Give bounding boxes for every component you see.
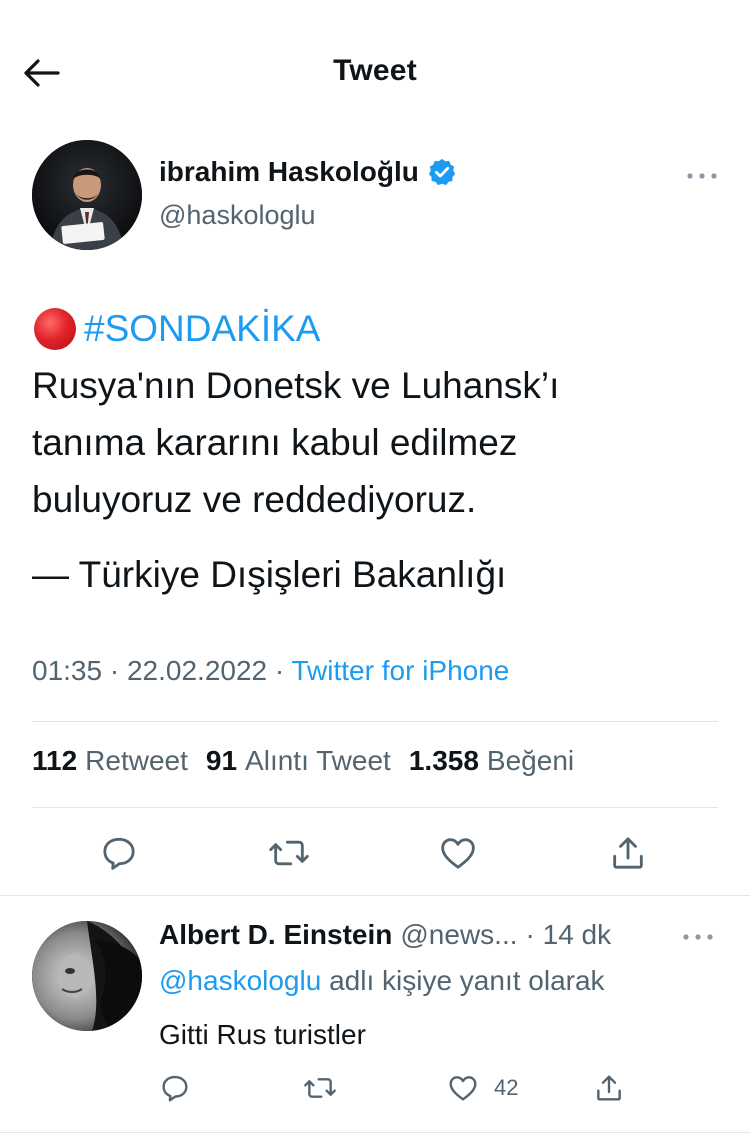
reply-button[interactable] — [89, 818, 149, 888]
tweet-date: 22.02.2022 — [126, 655, 268, 686]
replying-to: @haskologlu adlı kişiye yanıt olarak — [159, 965, 605, 997]
reply-avatar[interactable] — [32, 921, 142, 1031]
like-stat[interactable]: 1.358 Beğeni — [409, 745, 574, 777]
tweet-author: ibrahim Haskoloğlu @haskologlu — [32, 140, 722, 255]
divider — [0, 1132, 750, 1133]
page-title: Tweet — [333, 54, 417, 87]
heart-icon — [441, 838, 475, 869]
hashtag-link[interactable]: #SONDAKİKA — [84, 300, 320, 357]
more-horizontal-icon — [687, 173, 717, 179]
quote-label: Alıntı Tweet — [245, 745, 391, 776]
reply-time: · 14 dk — [525, 919, 612, 950]
reply-action-bar: 42 — [0, 1065, 750, 1115]
like-label: Beğeni — [486, 745, 575, 776]
like-count: 1.358 — [408, 745, 479, 776]
tweet-line-2: tanıma kararını kabul edilmez — [32, 422, 518, 463]
reply-mention-link[interactable]: @haskologlu — [159, 965, 321, 996]
divider — [32, 807, 718, 808]
comment-icon — [103, 837, 135, 870]
retweet-count: 112 — [32, 745, 78, 776]
meta-separator: · — [109, 655, 120, 686]
quote-stat[interactable]: 91 Alıntı Tweet — [206, 745, 391, 777]
reply-author-name[interactable]: Albert D. Einstein — [159, 919, 392, 951]
share-button[interactable] — [598, 818, 658, 888]
divider — [32, 721, 718, 722]
red-circle-emoji-icon — [34, 307, 76, 350]
reply-tweet[interactable]: Albert D. Einstein @news... · 14 dk @has… — [0, 897, 750, 1140]
tweet-meta: 01:35 · 22.02.2022 · Twitter for iPhone — [32, 655, 509, 687]
verified-badge-icon — [427, 157, 457, 187]
author-name-row: ibrahim Haskoloğlu — [159, 156, 457, 188]
divider — [0, 895, 750, 896]
retweet-label: Retweet — [85, 745, 188, 776]
meta-separator: · — [274, 655, 285, 686]
avatar-image — [32, 140, 142, 250]
reply-like-count: 42 — [494, 1075, 519, 1100]
reply-retweet-button[interactable] — [302, 1065, 338, 1111]
tweet-text: #SONDAKİKA Rusya'nın Donetsk ve Luhansk’… — [32, 300, 722, 603]
reply-author-handle[interactable]: @news... — [400, 919, 517, 951]
avatar[interactable] — [32, 140, 142, 250]
quote-count: 91 — [205, 745, 238, 776]
tweet-stats: 112 Retweet 91 Alıntı Tweet 1.358 Beğeni — [32, 745, 592, 777]
author-handle[interactable]: @haskologlu — [159, 200, 316, 231]
reply-like-button[interactable]: 42 — [446, 1065, 518, 1111]
tweet-attribution: — Türkiye Dışişleri Bakanlığı — [32, 554, 507, 595]
avatar-image — [32, 921, 142, 1031]
reply-header: Albert D. Einstein @news... · 14 dk — [159, 919, 611, 951]
share-icon — [597, 1075, 621, 1101]
retweet-icon — [304, 1078, 336, 1098]
reply-more-options-button[interactable] — [678, 927, 718, 947]
retweet-stat[interactable]: 112 Retweet — [32, 745, 188, 777]
tweet-time: 01:35 — [32, 655, 103, 686]
tweet-source-link[interactable]: Twitter for iPhone — [292, 655, 510, 686]
reply-share-button[interactable] — [593, 1065, 625, 1111]
tweet-line-3: buluyoruz ve reddediyoruz. — [32, 479, 477, 520]
retweet-icon — [269, 840, 309, 866]
like-button[interactable] — [428, 818, 488, 888]
reply-text: Gitti Rus turistler — [159, 1019, 366, 1050]
reply-reply-button[interactable] — [159, 1065, 191, 1111]
heart-icon — [449, 1076, 477, 1101]
comment-icon — [162, 1075, 188, 1102]
more-horizontal-icon — [683, 934, 713, 940]
replying-to-text: adlı kişiye yanıt olarak — [329, 965, 605, 996]
tweet-action-bar — [0, 818, 750, 893]
tweet-line-1: Rusya'nın Donetsk ve Luhansk’ı — [32, 365, 560, 406]
top-bar: Tweet — [0, 0, 750, 140]
hashtag-line: #SONDAKİKA — [32, 300, 722, 357]
retweet-button[interactable] — [259, 818, 319, 888]
more-options-button[interactable] — [682, 166, 722, 186]
share-icon — [613, 837, 643, 869]
author-name[interactable]: ibrahim Haskoloğlu — [159, 156, 419, 188]
